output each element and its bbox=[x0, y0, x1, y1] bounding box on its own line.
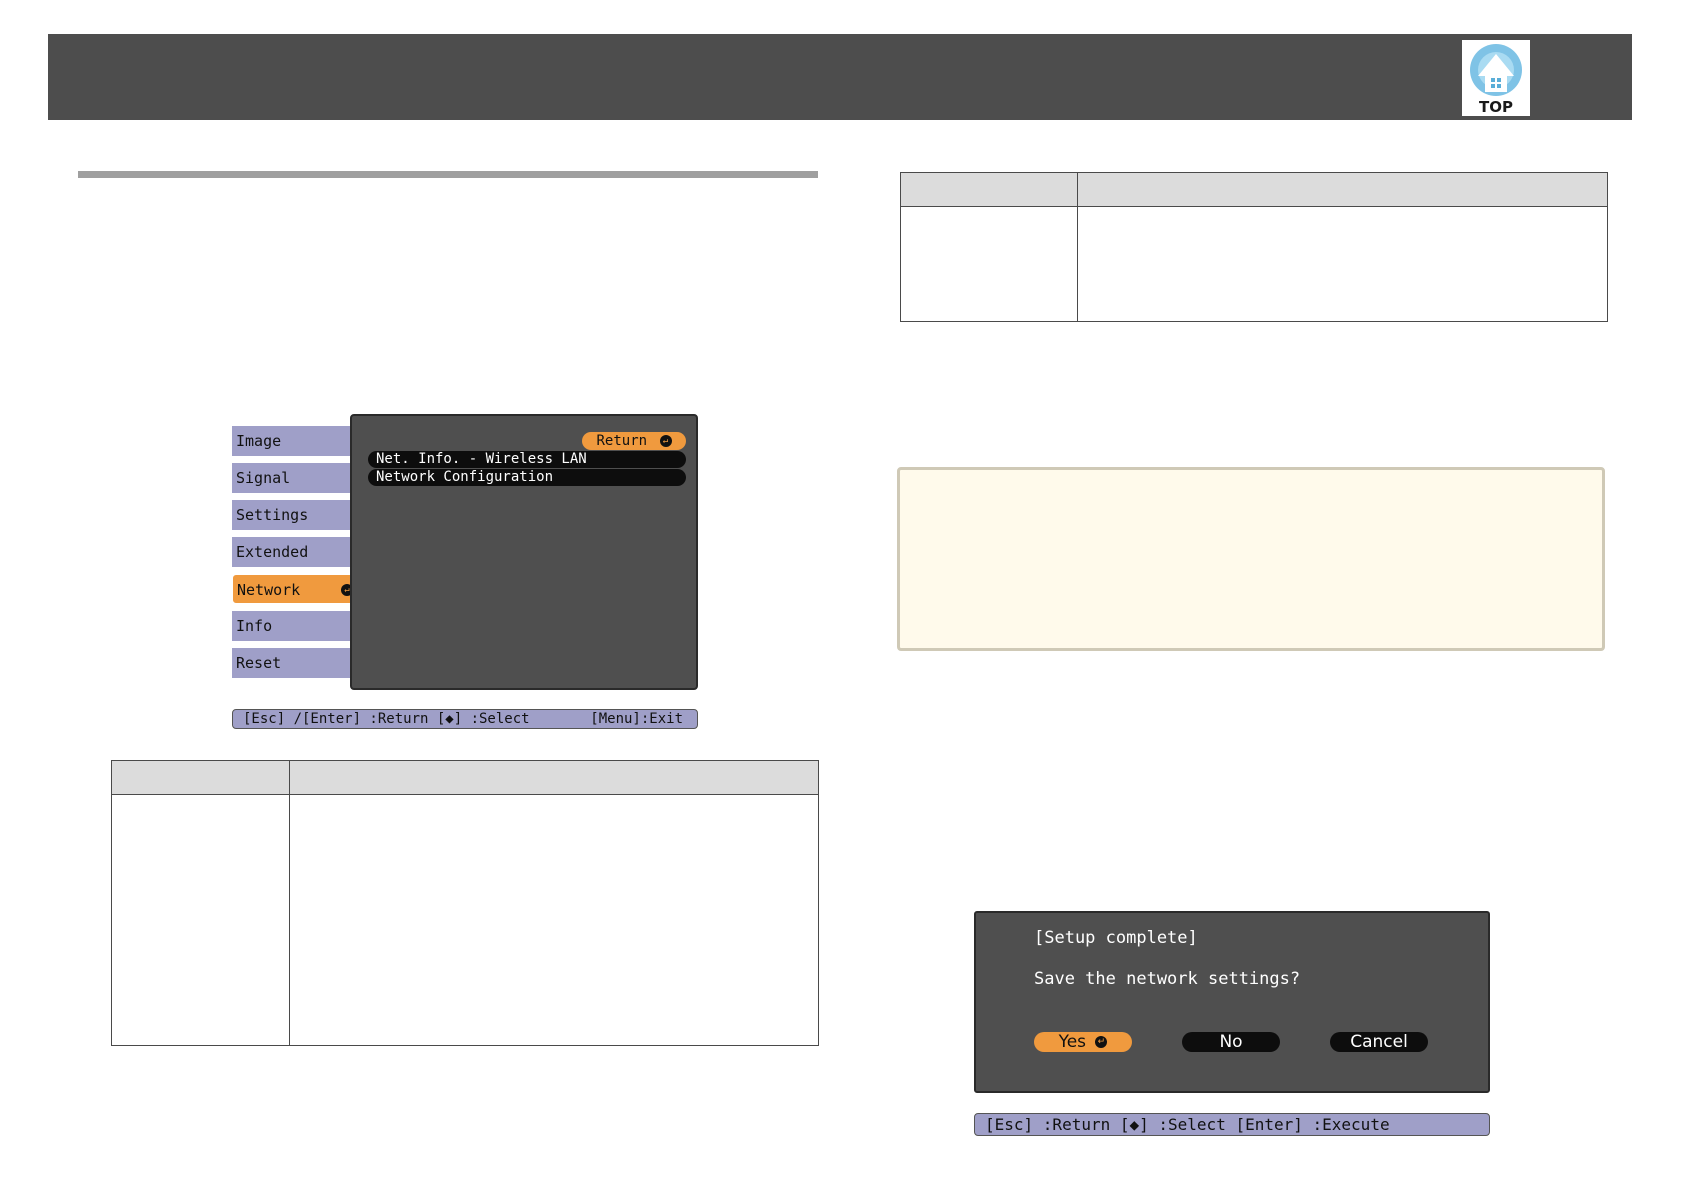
table-header-row bbox=[112, 761, 818, 795]
table-column-divider bbox=[289, 761, 290, 1045]
enter-icon: ↵ bbox=[659, 435, 672, 447]
sidebar-item-network[interactable]: Network ↵ bbox=[232, 574, 358, 604]
sidebar-item-label: Image bbox=[236, 432, 282, 450]
sidebar-item-info[interactable]: Info bbox=[232, 611, 360, 641]
settings-table-top bbox=[900, 172, 1608, 322]
top-button[interactable]: TOP bbox=[1462, 40, 1530, 116]
cancel-button-label: Cancel bbox=[1350, 1032, 1408, 1052]
help-exit-text: [Menu]:Exit bbox=[590, 711, 683, 727]
page-header-bar bbox=[48, 34, 1632, 120]
table-header-row bbox=[901, 173, 1607, 207]
sidebar-item-label: Extended bbox=[236, 543, 309, 561]
dialog-title: [Setup complete] bbox=[1034, 928, 1198, 948]
menu-item-net-info-wireless-lan[interactable]: Net. Info. - Wireless LAN bbox=[368, 451, 686, 468]
sidebar-item-signal[interactable]: Signal bbox=[232, 463, 360, 493]
sidebar-item-label: Signal bbox=[236, 469, 291, 487]
dialog-help-bar: [Esc] :Return [◆] :Select [Enter] :Execu… bbox=[974, 1113, 1490, 1136]
sidebar-item-label: Network bbox=[237, 581, 301, 599]
dialog-question: Save the network settings? bbox=[1034, 969, 1301, 989]
no-button[interactable]: No bbox=[1182, 1032, 1280, 1052]
sidebar-item-label: Settings bbox=[236, 506, 309, 524]
help-navigation-text: [Esc] /[Enter] :Return [◆] :Select bbox=[243, 711, 530, 727]
sidebar-item-label: Info bbox=[236, 617, 273, 635]
note-box bbox=[897, 467, 1605, 651]
section-rule bbox=[78, 171, 818, 178]
yes-button-label: Yes bbox=[1058, 1032, 1087, 1052]
cancel-button[interactable]: Cancel bbox=[1330, 1032, 1428, 1052]
yes-button[interactable]: Yes ↵ bbox=[1034, 1032, 1132, 1052]
sidebar-item-image[interactable]: Image bbox=[232, 426, 360, 456]
settings-table-left bbox=[111, 760, 819, 1046]
table-column-divider bbox=[1077, 173, 1078, 321]
sidebar-item-settings[interactable]: Settings bbox=[232, 500, 360, 530]
sidebar-item-label: Reset bbox=[236, 654, 282, 672]
enter-icon: ↵ bbox=[1095, 1036, 1108, 1048]
sidebar-item-reset[interactable]: Reset bbox=[232, 648, 360, 678]
sidebar-item-extended[interactable]: Extended bbox=[232, 537, 360, 567]
menu-item-network-configuration[interactable]: Network Configuration bbox=[368, 469, 686, 486]
no-button-label: No bbox=[1219, 1032, 1243, 1052]
return-button[interactable]: Return ↵ bbox=[582, 432, 686, 450]
menu-help-bar: [Esc] /[Enter] :Return [◆] :Select [Menu… bbox=[232, 709, 698, 729]
top-button-label: TOP bbox=[1479, 98, 1513, 116]
return-button-label: Return bbox=[596, 433, 648, 449]
